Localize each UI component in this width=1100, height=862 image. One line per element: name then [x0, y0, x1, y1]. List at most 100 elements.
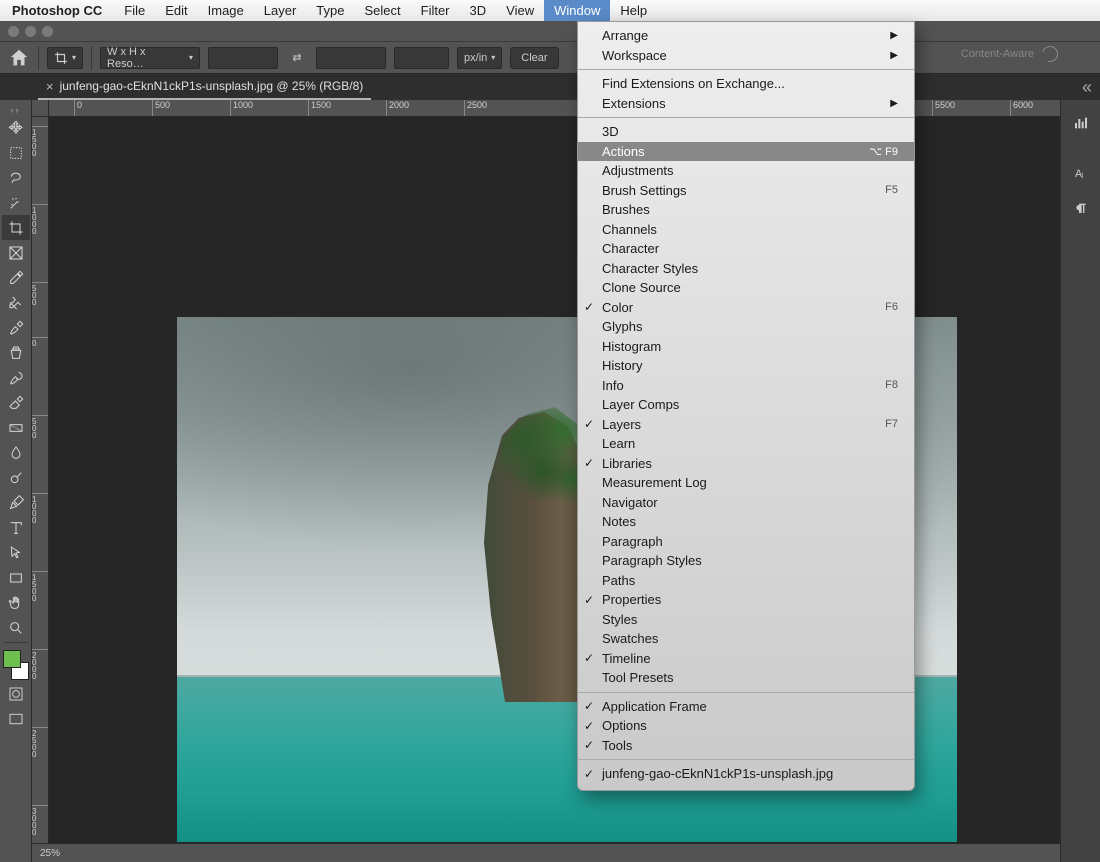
tool-zoom[interactable]	[2, 615, 30, 640]
menuitem-tools[interactable]: ✓Tools	[578, 736, 914, 756]
reset-icon[interactable]	[1039, 43, 1061, 65]
traffic-max-icon[interactable]	[42, 26, 53, 37]
tool-pen[interactable]	[2, 490, 30, 515]
menuitem-character[interactable]: Character	[578, 239, 914, 259]
tool-clone[interactable]	[2, 340, 30, 365]
menuitem-glyphs[interactable]: Glyphs	[578, 317, 914, 337]
panel-icon-character[interactable]: A|	[1066, 159, 1096, 187]
menu-layer[interactable]: Layer	[254, 0, 307, 21]
menuitem-arrange[interactable]: Arrange▶	[578, 26, 914, 46]
menuitem-histogram[interactable]: Histogram	[578, 337, 914, 357]
submenu-arrow-icon: ▶	[890, 98, 898, 109]
menuitem-swatches[interactable]: Swatches	[578, 629, 914, 649]
menu-image[interactable]: Image	[198, 0, 254, 21]
traffic-close-icon[interactable]	[8, 26, 19, 37]
menuitem-find-extensions-on-exchange-[interactable]: Find Extensions on Exchange...	[578, 74, 914, 94]
close-tab-icon[interactable]: ×	[46, 79, 54, 94]
crop-tool-indicator[interactable]: ▾	[47, 47, 83, 69]
foreground-swatch[interactable]	[3, 650, 21, 668]
svg-text:|: |	[1081, 172, 1083, 179]
menuitem-brushes[interactable]: Brushes	[578, 200, 914, 220]
document-tab[interactable]: × junfeng-gao-cEknN1ckP1s-unsplash.jpg @…	[38, 74, 371, 100]
tab-overflow-icon[interactable]: «	[1082, 77, 1100, 98]
panel-icon-paragraph[interactable]	[1066, 195, 1096, 223]
tool-hand[interactable]	[2, 590, 30, 615]
menu-filter[interactable]: Filter	[411, 0, 460, 21]
tool-eyedropper[interactable]	[2, 265, 30, 290]
tool-marquee[interactable]	[2, 140, 30, 165]
menu-type[interactable]: Type	[306, 0, 354, 21]
crop-unit-select[interactable]: px/in▾	[457, 47, 502, 69]
submenu-arrow-icon: ▶	[890, 30, 898, 41]
menuitem-history[interactable]: History	[578, 356, 914, 376]
tool-rectangle[interactable]	[2, 565, 30, 590]
tool-eraser[interactable]	[2, 390, 30, 415]
menuitem-actions[interactable]: Actions⌥ F9	[578, 142, 914, 162]
zoom-label[interactable]: 25%	[40, 848, 60, 859]
menuitem-extensions[interactable]: Extensions▶	[578, 94, 914, 114]
menuitem-properties[interactable]: ✓Properties	[578, 590, 914, 610]
clear-button[interactable]: Clear	[510, 47, 558, 69]
menu-file[interactable]: File	[114, 0, 155, 21]
menuitem-color[interactable]: ✓ColorF6	[578, 298, 914, 318]
menu-select[interactable]: Select	[354, 0, 410, 21]
tool-lasso[interactable]	[2, 165, 30, 190]
menuitem-channels[interactable]: Channels	[578, 220, 914, 240]
menuitem-junfeng-gao-ceknn1ckp1s-unsplash-jpg[interactable]: ✓junfeng-gao-cEknN1ckP1s-unsplash.jpg	[578, 764, 914, 784]
traffic-min-icon[interactable]	[25, 26, 36, 37]
menuitem-paragraph[interactable]: Paragraph	[578, 532, 914, 552]
menuitem-timeline[interactable]: ✓Timeline	[578, 649, 914, 669]
color-swatch[interactable]	[2, 649, 30, 681]
menuitem-paths[interactable]: Paths	[578, 571, 914, 591]
ruler-vertical[interactable]: 1500100050005001000150020002500300035004…	[32, 117, 49, 862]
menuitem-workspace[interactable]: Workspace▶	[578, 46, 914, 66]
menuitem-layer-comps[interactable]: Layer Comps	[578, 395, 914, 415]
menuitem-styles[interactable]: Styles	[578, 610, 914, 630]
crop-res-input[interactable]	[394, 47, 449, 69]
menuitem-3d[interactable]: 3D	[578, 122, 914, 142]
tool-healing[interactable]	[2, 290, 30, 315]
menuitem-brush-settings[interactable]: Brush SettingsF5	[578, 181, 914, 201]
menuitem-navigator[interactable]: Navigator	[578, 493, 914, 513]
crop-height-input[interactable]	[316, 47, 386, 69]
tool-blur[interactable]	[2, 440, 30, 465]
swap-dims-icon[interactable]: ⇄	[286, 48, 308, 68]
tool-type[interactable]	[2, 515, 30, 540]
tool-gradient[interactable]	[2, 415, 30, 440]
tool-history-brush[interactable]	[2, 365, 30, 390]
menuitem-options[interactable]: ✓Options	[578, 716, 914, 736]
tool-path-select[interactable]	[2, 540, 30, 565]
check-icon: ✓	[584, 593, 594, 607]
menuitem-learn[interactable]: Learn	[578, 434, 914, 454]
crop-preset-select[interactable]: W x H x Reso…▾	[100, 47, 200, 69]
tools-collapse-icon[interactable]: ››	[0, 105, 31, 115]
menuitem-application-frame[interactable]: ✓Application Frame	[578, 697, 914, 717]
menu-help[interactable]: Help	[610, 0, 657, 21]
menuitem-tool-presets[interactable]: Tool Presets	[578, 668, 914, 688]
tool-frame[interactable]	[2, 240, 30, 265]
home-icon[interactable]	[8, 48, 30, 68]
menu-edit[interactable]: Edit	[155, 0, 197, 21]
menu-3d[interactable]: 3D	[460, 0, 497, 21]
quickmask-icon[interactable]	[2, 681, 30, 706]
menuitem-paragraph-styles[interactable]: Paragraph Styles	[578, 551, 914, 571]
menu-window[interactable]: Window	[544, 0, 610, 21]
tool-dodge[interactable]	[2, 465, 30, 490]
tool-brush[interactable]	[2, 315, 30, 340]
right-panel-dock: A|	[1060, 100, 1100, 862]
crop-width-input[interactable]	[208, 47, 278, 69]
tool-move[interactable]	[2, 115, 30, 140]
tool-crop[interactable]	[2, 215, 30, 240]
panel-icon-histogram[interactable]	[1066, 109, 1096, 137]
menuitem-measurement-log[interactable]: Measurement Log	[578, 473, 914, 493]
screenmode-icon[interactable]	[2, 706, 30, 731]
menuitem-layers[interactable]: ✓LayersF7	[578, 415, 914, 435]
menuitem-libraries[interactable]: ✓Libraries	[578, 454, 914, 474]
menuitem-character-styles[interactable]: Character Styles	[578, 259, 914, 279]
menu-view[interactable]: View	[496, 0, 544, 21]
menuitem-clone-source[interactable]: Clone Source	[578, 278, 914, 298]
menuitem-notes[interactable]: Notes	[578, 512, 914, 532]
menuitem-info[interactable]: InfoF8	[578, 376, 914, 396]
menuitem-adjustments[interactable]: Adjustments	[578, 161, 914, 181]
tool-magic-wand[interactable]	[2, 190, 30, 215]
